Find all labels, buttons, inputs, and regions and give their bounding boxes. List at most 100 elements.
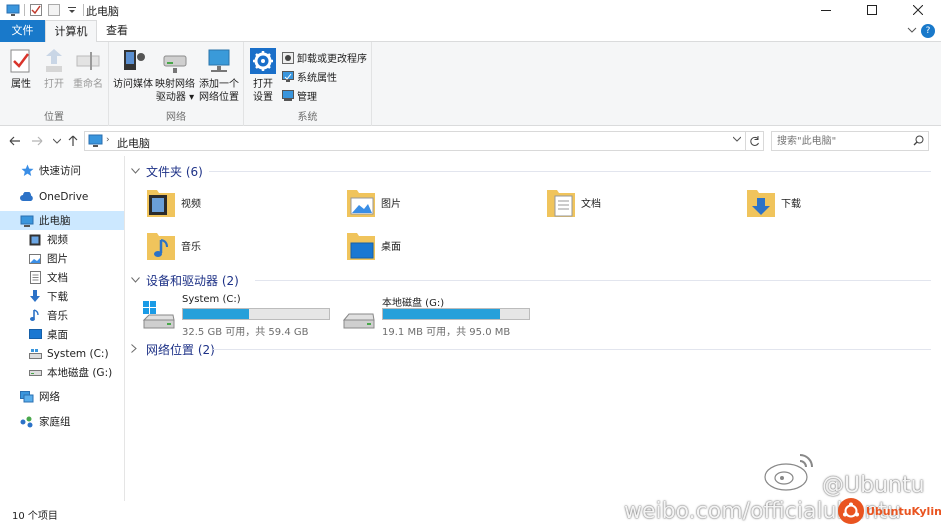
up-button[interactable] bbox=[66, 133, 80, 149]
open-button[interactable]: 打开 bbox=[40, 46, 68, 91]
folder-music[interactable]: 音乐 bbox=[146, 227, 201, 263]
network-drive-icon bbox=[160, 46, 190, 76]
chevron-down-icon[interactable] bbox=[131, 276, 141, 286]
folder-pictures[interactable]: 图片 bbox=[346, 184, 401, 220]
nav-label: 此电脑 bbox=[39, 215, 71, 227]
search-input[interactable] bbox=[777, 134, 905, 148]
download-folder-icon bbox=[746, 186, 776, 218]
group-label-location: 位置 bbox=[44, 112, 64, 123]
rename-icon bbox=[73, 46, 103, 76]
section-title: 文件夹 (6) bbox=[146, 165, 203, 179]
add-location-label-1: 添加一个 bbox=[199, 79, 239, 90]
windows-drive-icon bbox=[142, 300, 176, 330]
tab-computer[interactable]: 计算机 bbox=[45, 20, 97, 43]
chevron-down-icon[interactable] bbox=[131, 167, 141, 177]
back-button[interactable] bbox=[8, 133, 22, 149]
drive-local-disk-g[interactable]: 本地磁盘 (G:) 19.1 MB 可用，共 95.0 MB bbox=[342, 294, 542, 338]
map-drive-label-2: 驱动器 ▾ bbox=[155, 92, 195, 103]
uninstall-programs-button[interactable]: 卸载或更改程序 bbox=[282, 50, 367, 65]
ribbon-expand-icon[interactable] bbox=[907, 24, 917, 38]
tab-file[interactable]: 文件 bbox=[0, 20, 45, 42]
map-network-drive-button[interactable]: 映射网络 驱动器 ▾ bbox=[154, 46, 196, 104]
network-location-icon bbox=[204, 46, 234, 76]
rename-button[interactable]: 重命名 bbox=[70, 46, 106, 91]
manage-label: 管理 bbox=[297, 92, 317, 103]
refresh-button[interactable] bbox=[746, 131, 764, 151]
nav-label: 视频 bbox=[47, 234, 68, 246]
search-icon[interactable] bbox=[913, 135, 924, 149]
properties-label: 属性 bbox=[11, 79, 31, 90]
tab-view[interactable]: 查看 bbox=[97, 20, 137, 42]
chevron-right-icon[interactable] bbox=[131, 343, 141, 356]
help-icon[interactable]: ? bbox=[921, 24, 935, 38]
folder-videos[interactable]: 视频 bbox=[146, 184, 201, 220]
download-icon bbox=[28, 290, 42, 304]
nav-item-music[interactable]: 音乐 bbox=[0, 306, 124, 325]
refresh-icon bbox=[750, 135, 759, 146]
nav-item-homegroup[interactable]: 家庭组 bbox=[0, 412, 124, 431]
system-properties-button[interactable]: 系统属性 bbox=[282, 69, 337, 84]
nav-item-quick-access[interactable]: 快速访问 bbox=[0, 161, 124, 180]
ribbon-tabs: 文件 计算机 查看 ? bbox=[0, 20, 941, 43]
nav-label: 桌面 bbox=[47, 329, 68, 341]
drive-usage-fill bbox=[183, 309, 250, 319]
nav-label: 快速访问 bbox=[39, 165, 81, 177]
recent-locations-button[interactable] bbox=[50, 133, 64, 149]
properties-button[interactable]: 属性 bbox=[6, 46, 36, 91]
breadcrumb[interactable]: 此电脑 bbox=[117, 135, 150, 151]
nav-item-desktop[interactable]: 桌面 bbox=[0, 325, 124, 344]
quick-access-toolbar bbox=[6, 3, 84, 17]
maximize-button[interactable] bbox=[849, 0, 895, 20]
nav-item-downloads[interactable]: 下载 bbox=[0, 287, 124, 306]
folder-downloads[interactable]: 下载 bbox=[746, 184, 801, 220]
nav-item-videos[interactable]: 视频 bbox=[0, 230, 124, 249]
picture-folder-icon bbox=[346, 186, 376, 218]
nav-item-this-pc[interactable]: 此电脑 bbox=[0, 211, 124, 230]
properties-icon bbox=[6, 46, 36, 76]
folder-label: 视频 bbox=[181, 198, 201, 210]
drive-name: System (C:) bbox=[182, 294, 241, 305]
video-folder-icon bbox=[146, 186, 176, 218]
drive-usage-bar bbox=[182, 308, 330, 320]
system-properties-label: 系统属性 bbox=[297, 73, 337, 84]
group-label-network: 网络 bbox=[166, 112, 186, 123]
forward-button[interactable] bbox=[30, 133, 44, 149]
nav-item-network[interactable]: 网络 bbox=[0, 387, 124, 406]
title-bar: 此电脑 bbox=[0, 0, 941, 20]
section-folders-header[interactable]: 文件夹 (6) bbox=[131, 163, 931, 180]
breadcrumb-chevron-icon[interactable]: › bbox=[106, 135, 110, 145]
nav-item-pictures[interactable]: 图片 bbox=[0, 249, 124, 268]
nav-item-system-c[interactable]: System (C:) bbox=[0, 344, 124, 363]
open-settings-button[interactable]: 打开 设置 bbox=[248, 46, 278, 104]
nav-item-onedrive[interactable]: OneDrive bbox=[0, 187, 124, 206]
nav-item-documents[interactable]: 文档 bbox=[0, 268, 124, 287]
manage-button[interactable]: 管理 bbox=[282, 88, 317, 103]
folder-label: 音乐 bbox=[181, 241, 201, 253]
folder-label: 下载 bbox=[781, 198, 801, 210]
access-media-button[interactable]: 访问媒体 bbox=[113, 46, 153, 91]
folder-label: 图片 bbox=[381, 198, 401, 210]
chevron-down-icon bbox=[53, 138, 61, 144]
rename-label: 重命名 bbox=[73, 79, 103, 90]
minimize-button[interactable] bbox=[803, 0, 849, 20]
address-history-icon[interactable] bbox=[732, 135, 742, 145]
section-divider bbox=[213, 349, 931, 350]
address-bar[interactable]: › 此电脑 bbox=[84, 131, 746, 151]
qat-dropdown-icon[interactable] bbox=[65, 3, 79, 17]
group-label-system: 系统 bbox=[297, 112, 318, 123]
new-folder-icon[interactable] bbox=[47, 3, 61, 17]
add-network-location-button[interactable]: 添加一个 网络位置 bbox=[197, 46, 241, 104]
properties-check-icon[interactable] bbox=[29, 3, 43, 17]
section-drives-header[interactable]: 设备和驱动器 (2) bbox=[131, 272, 931, 289]
uninstall-label: 卸载或更改程序 bbox=[297, 54, 367, 65]
folder-documents[interactable]: 文档 bbox=[546, 184, 601, 220]
close-button[interactable] bbox=[895, 0, 941, 20]
nav-item-local-disk-g[interactable]: 本地磁盘 (G:) bbox=[0, 363, 124, 382]
search-box[interactable] bbox=[771, 131, 929, 151]
weibo-logo-icon bbox=[762, 447, 818, 493]
add-location-label-2: 网络位置 bbox=[199, 92, 239, 103]
section-network-header[interactable]: 网络位置 (2) bbox=[131, 341, 931, 358]
folder-desktop[interactable]: 桌面 bbox=[346, 227, 401, 263]
section-divider bbox=[255, 280, 931, 281]
drive-system-c[interactable]: System (C:) 32.5 GB 可用，共 59.4 GB bbox=[142, 294, 342, 338]
